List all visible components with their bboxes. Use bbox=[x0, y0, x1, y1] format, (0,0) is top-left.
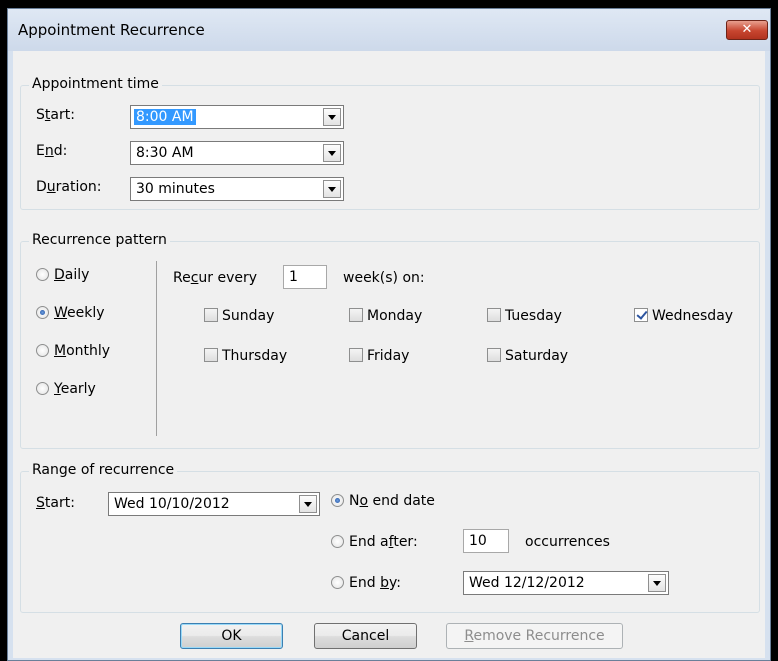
range-start-combo[interactable]: Wed 10/10/2012 bbox=[108, 492, 320, 516]
end-time-value[interactable]: 8:30 AM bbox=[136, 145, 194, 161]
chevron-down-icon[interactable] bbox=[323, 180, 341, 198]
checkbox-icon bbox=[349, 348, 363, 362]
range-start-value[interactable]: Wed 10/10/2012 bbox=[114, 496, 230, 512]
title-bar: Appointment Recurrence ✕ bbox=[8, 9, 770, 51]
duration-label: Duration: bbox=[36, 179, 102, 195]
yearly-radio[interactable]: Yearly bbox=[36, 381, 96, 397]
start-time-combo[interactable]: 8:00 AM bbox=[130, 105, 344, 129]
recur-every-label: Recur every bbox=[173, 270, 258, 286]
end-after-radio[interactable]: End after: bbox=[331, 534, 418, 550]
monday-checkbox[interactable]: Monday bbox=[349, 308, 422, 324]
window-title: Appointment Recurrence bbox=[18, 21, 205, 39]
radio-icon bbox=[36, 344, 49, 357]
appointment-recurrence-dialog: Appointment Recurrence ✕ Appointment tim… bbox=[7, 8, 771, 661]
saturday-checkbox[interactable]: Saturday bbox=[487, 348, 568, 364]
range-start-label: Start: bbox=[36, 495, 75, 511]
start-time-label: Start: bbox=[36, 107, 75, 123]
end-by-combo[interactable]: Wed 12/12/2012 bbox=[463, 571, 669, 595]
radio-icon bbox=[331, 576, 344, 589]
tuesday-checkbox[interactable]: Tuesday bbox=[487, 308, 562, 324]
radio-icon bbox=[331, 535, 344, 548]
radio-icon bbox=[36, 268, 49, 281]
range-of-recurrence-label: Range of recurrence bbox=[29, 462, 178, 478]
duration-combo[interactable]: 30 minutes bbox=[130, 177, 344, 201]
appointment-time-label: Appointment time bbox=[29, 76, 162, 92]
cancel-button[interactable]: Cancel bbox=[314, 623, 417, 649]
close-icon: ✕ bbox=[741, 22, 753, 37]
checkbox-icon bbox=[487, 308, 501, 322]
checkbox-icon bbox=[349, 308, 363, 322]
radio-icon bbox=[36, 382, 49, 395]
checkbox-icon bbox=[204, 348, 218, 362]
recurrence-pattern-label: Recurrence pattern bbox=[29, 232, 170, 248]
weekly-radio[interactable]: Weekly bbox=[36, 305, 105, 321]
end-time-combo[interactable]: 8:30 AM bbox=[130, 141, 344, 165]
wednesday-checkbox[interactable]: Wednesday bbox=[634, 308, 733, 324]
chevron-down-icon[interactable] bbox=[323, 108, 341, 126]
recur-every-input[interactable]: 1 bbox=[283, 265, 327, 289]
monthly-radio[interactable]: Monthly bbox=[36, 343, 110, 359]
weeks-on-label: week(s) on: bbox=[343, 270, 425, 286]
checkbox-icon bbox=[204, 308, 218, 322]
friday-checkbox[interactable]: Friday bbox=[349, 348, 409, 364]
remove-recurrence-button[interactable]: Remove Recurrence bbox=[446, 623, 623, 649]
chevron-down-icon[interactable] bbox=[323, 144, 341, 162]
occurrences-label: occurrences bbox=[525, 534, 610, 550]
radio-selected-icon bbox=[36, 306, 49, 319]
ok-button[interactable]: OK bbox=[180, 623, 283, 649]
chevron-down-icon[interactable] bbox=[648, 574, 666, 592]
end-time-label: End: bbox=[36, 143, 68, 159]
end-by-radio[interactable]: End by: bbox=[331, 575, 401, 591]
duration-value[interactable]: 30 minutes bbox=[136, 181, 215, 197]
pattern-divider bbox=[156, 261, 157, 436]
checkmark-icon bbox=[634, 308, 648, 322]
no-end-date-radio[interactable]: No end date bbox=[331, 493, 435, 509]
dialog-body: Appointment time Start: 8:00 AM End: 8:3… bbox=[13, 51, 765, 658]
chevron-down-icon[interactable] bbox=[299, 495, 317, 513]
daily-radio[interactable]: Daily bbox=[36, 267, 89, 283]
thursday-checkbox[interactable]: Thursday bbox=[204, 348, 287, 364]
checkbox-icon bbox=[487, 348, 501, 362]
end-by-value[interactable]: Wed 12/12/2012 bbox=[469, 575, 585, 591]
radio-selected-icon bbox=[331, 494, 344, 507]
sunday-checkbox[interactable]: Sunday bbox=[204, 308, 274, 324]
close-button[interactable]: ✕ bbox=[726, 20, 768, 40]
occurrences-input[interactable]: 10 bbox=[463, 529, 509, 553]
start-time-value[interactable]: 8:00 AM bbox=[134, 109, 196, 125]
